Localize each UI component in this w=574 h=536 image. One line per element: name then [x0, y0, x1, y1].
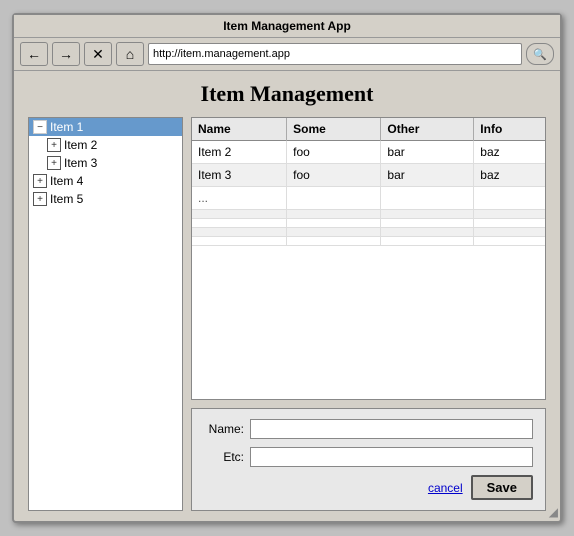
main-content: Item Management − Item 1 + Item 2: [14, 71, 560, 521]
sidebar-item-item2[interactable]: + Item 2: [29, 136, 182, 154]
resize-handle[interactable]: ◢: [549, 505, 558, 519]
table-row[interactable]: Item 3 foo bar baz: [192, 164, 545, 187]
home-button[interactable]: ⌂: [116, 42, 144, 66]
col-info: Info: [474, 118, 545, 141]
cell-ellipsis: ...: [192, 187, 287, 210]
search-button[interactable]: 🔍: [526, 43, 554, 65]
expand-icon-item3[interactable]: +: [47, 156, 61, 170]
cell-name: Item 2: [192, 141, 287, 164]
table-row-empty3: [192, 228, 545, 237]
sidebar-item-label: Item 5: [50, 192, 83, 206]
form-panel: Name: Etc: cancel Save: [191, 408, 546, 511]
cell-info: baz: [474, 141, 545, 164]
table-row-empty1: [192, 210, 545, 219]
sidebar-item-item3[interactable]: + Item 3: [29, 154, 182, 172]
col-some: Some: [287, 118, 381, 141]
form-actions: cancel Save: [204, 475, 533, 500]
title-bar: Item Management App: [14, 15, 560, 38]
name-label: Name:: [204, 422, 244, 436]
cell-other: bar: [381, 141, 474, 164]
cell-other: bar: [381, 164, 474, 187]
cancel-button[interactable]: cancel: [428, 481, 463, 495]
back-button[interactable]: ←: [20, 42, 48, 66]
cell-some: foo: [287, 164, 381, 187]
sidebar: − Item 1 + Item 2 + Item 3 +: [28, 117, 183, 511]
content-area: − Item 1 + Item 2 + Item 3 +: [28, 117, 546, 511]
etc-label: Etc:: [204, 450, 244, 464]
sidebar-item-label: Item 1: [50, 120, 83, 134]
col-other: Other: [381, 118, 474, 141]
etc-row: Etc:: [204, 447, 533, 467]
expand-icon-item4[interactable]: +: [33, 174, 47, 188]
sidebar-item-item1[interactable]: − Item 1: [29, 118, 182, 136]
table-row-empty4: [192, 237, 545, 246]
table-row-empty2: [192, 219, 545, 228]
etc-input[interactable]: [250, 447, 533, 467]
right-panel: Name Some Other Info Item 2 foo: [191, 117, 546, 511]
cell-info: baz: [474, 164, 545, 187]
expand-icon-item1[interactable]: −: [33, 120, 47, 134]
sidebar-item-item5[interactable]: + Item 5: [29, 190, 182, 208]
cell-name: Item 3: [192, 164, 287, 187]
page-title: Item Management: [28, 81, 546, 107]
toolbar: ← → ✕ ⌂ 🔍: [14, 38, 560, 71]
expand-icon-item5[interactable]: +: [33, 192, 47, 206]
forward-button[interactable]: →: [52, 42, 80, 66]
col-name: Name: [192, 118, 287, 141]
window-title: Item Management App: [223, 19, 351, 33]
name-row: Name:: [204, 419, 533, 439]
table-row[interactable]: Item 2 foo bar baz: [192, 141, 545, 164]
app-window: Item Management App ← → ✕ ⌂ 🔍 Item Manag…: [12, 13, 562, 523]
table-row-ellipsis: ...: [192, 187, 545, 210]
sidebar-item-item4[interactable]: + Item 4: [29, 172, 182, 190]
sidebar-item-label: Item 2: [64, 138, 97, 152]
expand-icon-item2[interactable]: +: [47, 138, 61, 152]
table-header-row: Name Some Other Info: [192, 118, 545, 141]
data-table: Name Some Other Info Item 2 foo: [191, 117, 546, 400]
sidebar-item-label: Item 4: [50, 174, 83, 188]
name-input[interactable]: [250, 419, 533, 439]
save-button[interactable]: Save: [471, 475, 533, 500]
cell-some: foo: [287, 141, 381, 164]
url-bar[interactable]: [148, 43, 522, 65]
stop-button[interactable]: ✕: [84, 42, 112, 66]
sidebar-item-label: Item 3: [64, 156, 97, 170]
